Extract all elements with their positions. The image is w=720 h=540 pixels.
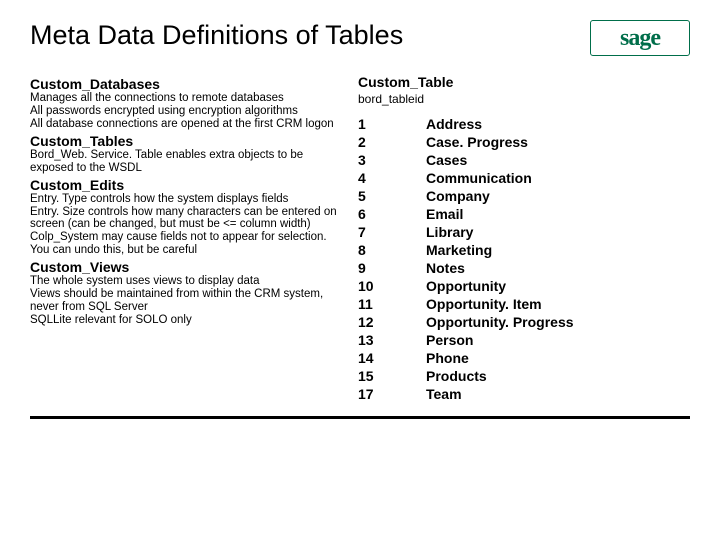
table-name: Phone [426,350,690,366]
table-id: 8 [358,242,408,258]
table-name: Notes [426,260,690,276]
section-line: Bord_Web. Service. Table enables extra o… [30,149,340,175]
table-name: Products [426,368,690,384]
table-name: Library [426,224,690,240]
right-subheading: bord_tableid [358,92,690,106]
table-name: Company [426,188,690,204]
right-heading: Custom_Table [358,74,690,90]
table-id: 9 [358,260,408,276]
footer-rule [30,416,690,419]
section-line: Colp_System may cause fields not to appe… [30,231,340,257]
table-id: 14 [358,350,408,366]
table-name: Opportunity. Item [426,296,690,312]
table-id: 4 [358,170,408,186]
table-id: 15 [358,368,408,384]
section-line: Manages all the connections to remote da… [30,92,340,105]
section-heading: Custom_Views [30,259,340,275]
table-name: Address [426,116,690,132]
section-line: Entry. Size controls how many characters… [30,206,340,232]
table-name: Communication [426,170,690,186]
table-id: 1 [358,116,408,132]
table-name: Person [426,332,690,348]
table-id: 17 [358,386,408,402]
table-id: 13 [358,332,408,348]
section-line: All passwords encrypted using encryption… [30,105,340,118]
slide-title: Meta Data Definitions of Tables [30,20,403,51]
table-id: 3 [358,152,408,168]
section-line: Entry. Type controls how the system disp… [30,193,340,206]
section-heading: Custom_Tables [30,133,340,149]
section-line: Views should be maintained from within t… [30,288,340,314]
section-heading: Custom_Edits [30,177,340,193]
table-id: 5 [358,188,408,204]
section-line: All database connections are opened at t… [30,118,340,131]
table-name: Cases [426,152,690,168]
table-id: 7 [358,224,408,240]
table-id: 6 [358,206,408,222]
section-line: The whole system uses views to display d… [30,275,340,288]
section-line: SQLLite relevant for SOLO only [30,314,340,327]
table-id: 11 [358,296,408,312]
table-name: Team [426,386,690,402]
section-heading: Custom_Databases [30,76,340,92]
sage-logo: sage [590,20,690,56]
left-column: Custom_DatabasesManages all the connecti… [30,74,340,402]
table-name: Marketing [426,242,690,258]
table-name: Opportunity [426,278,690,294]
table-id: 2 [358,134,408,150]
table-id: 10 [358,278,408,294]
table-id: 12 [358,314,408,330]
table-name: Opportunity. Progress [426,314,690,330]
table-name: Email [426,206,690,222]
right-column: Custom_Table bord_tableid 1 Address 2 Case.… [358,74,690,402]
table-list: 1 Address 2 Case. Progress 3 Cases 4 Communicat… [358,116,690,402]
table-name: Case. Progress [426,134,690,150]
